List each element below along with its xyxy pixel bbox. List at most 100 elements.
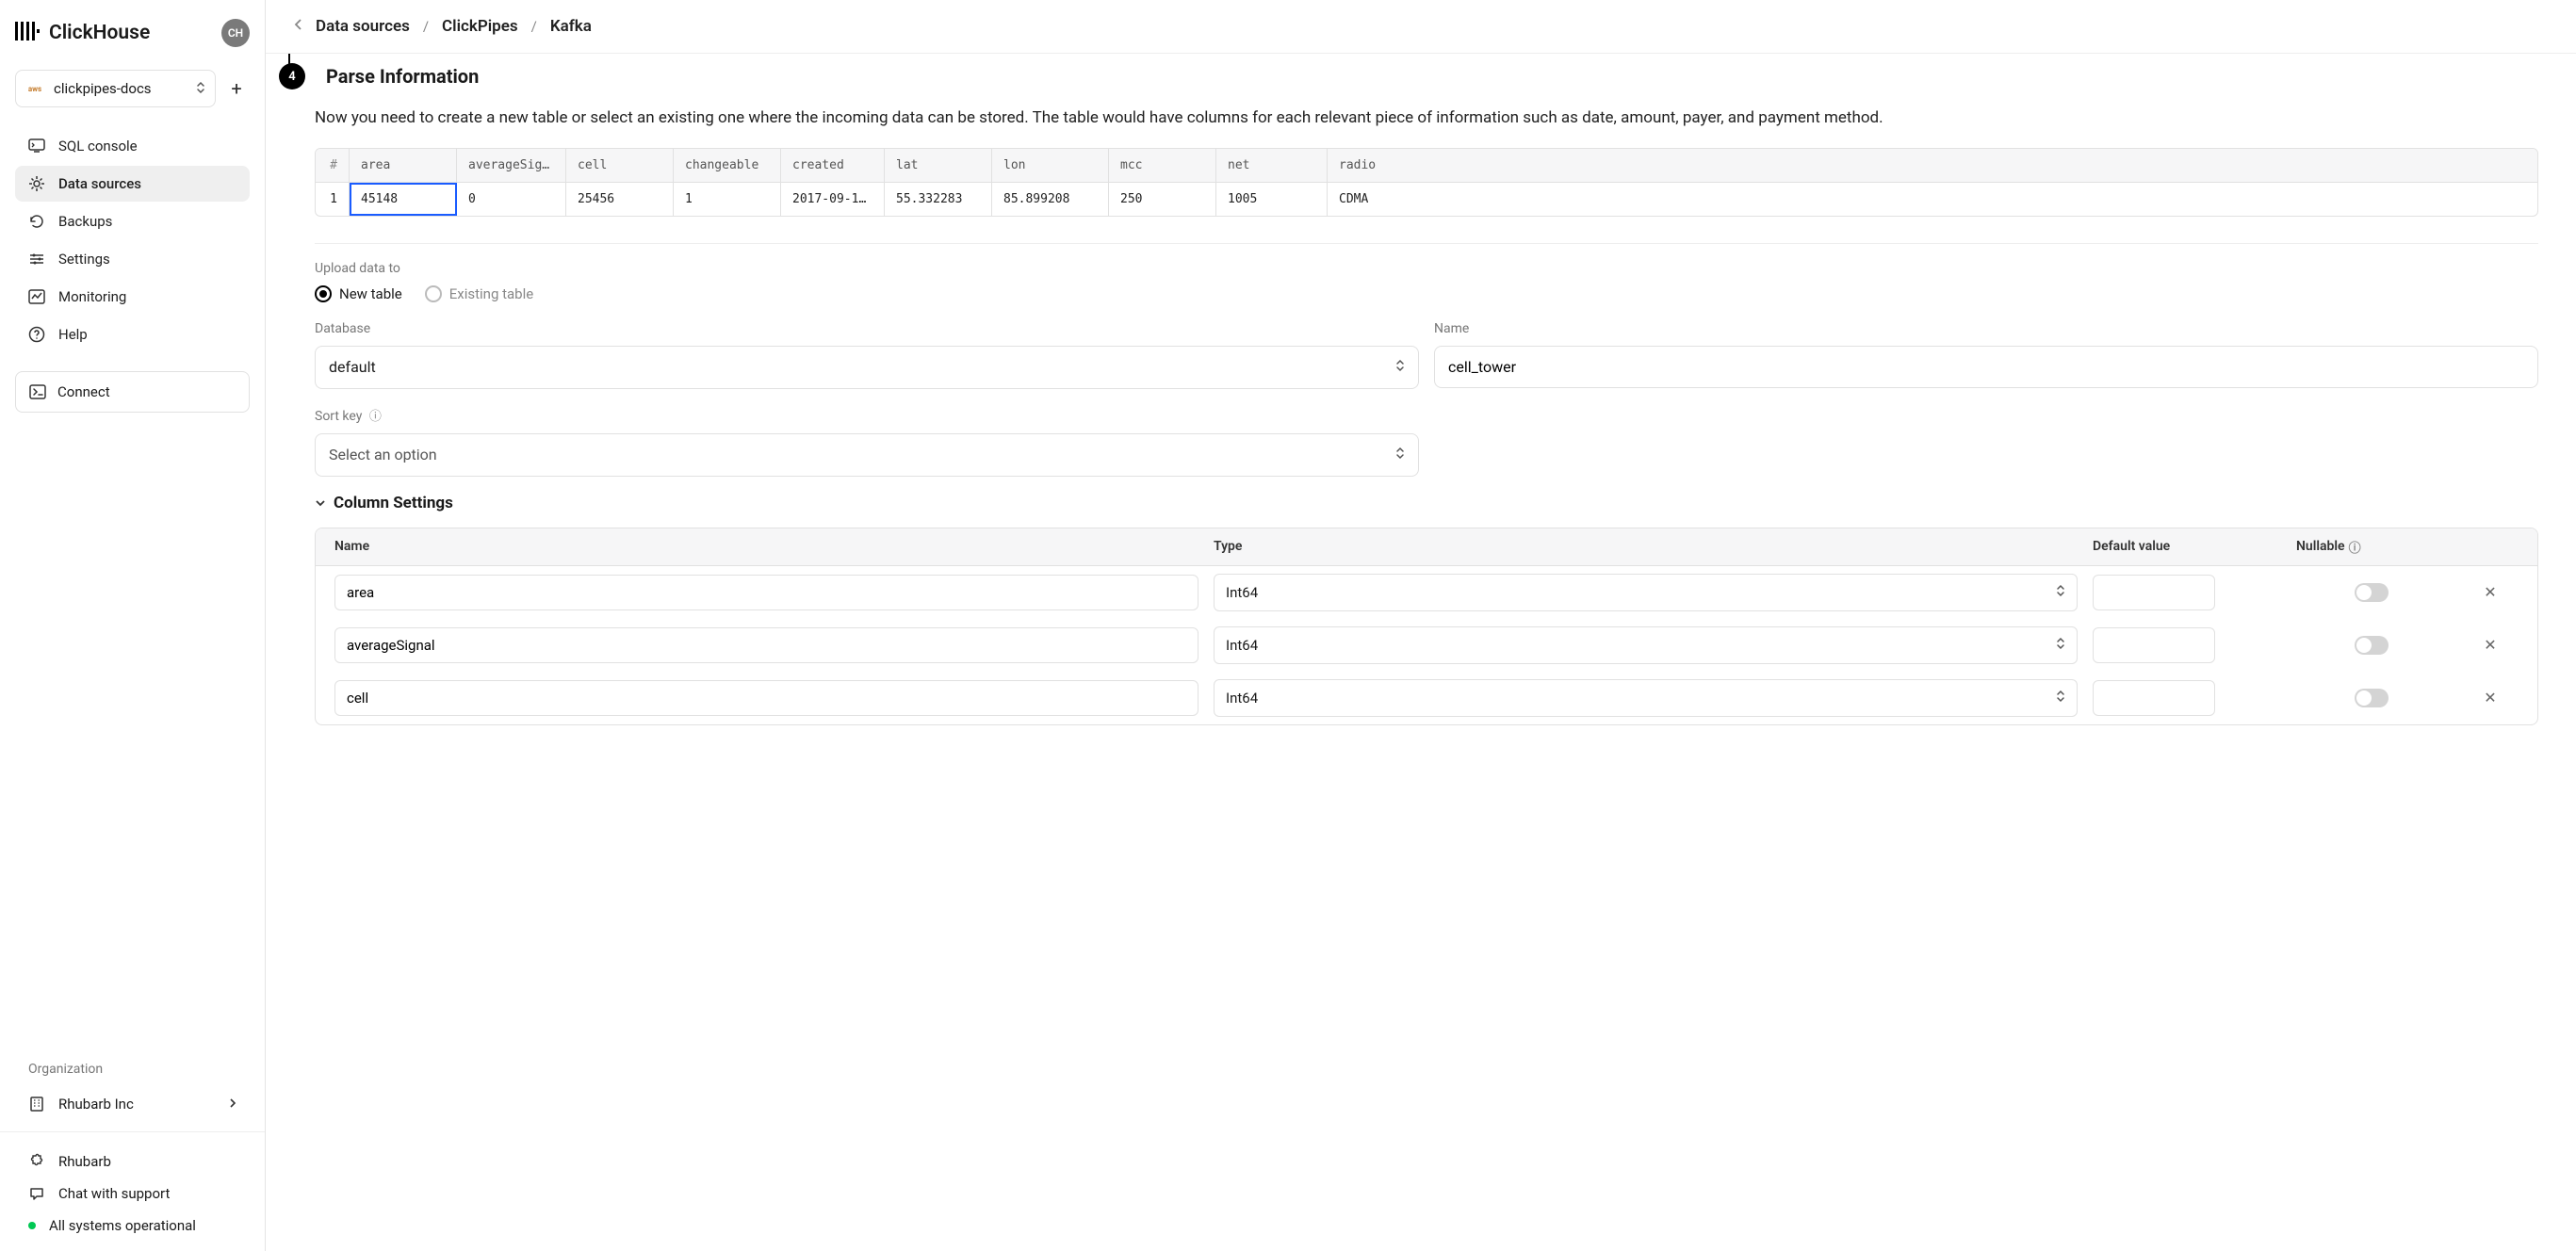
cell-index: 1 xyxy=(316,183,350,216)
col-header-cell: cell xyxy=(566,149,674,182)
col-header-type: Type xyxy=(1214,539,2078,554)
sidebar-item-label: Data sources xyxy=(58,175,141,192)
sidebar-item-settings[interactable]: Settings xyxy=(15,241,250,277)
breadcrumb-back-icon[interactable] xyxy=(294,18,302,35)
sidebar-item-label: SQL console xyxy=(58,138,138,154)
sidebar-item-label: Monitoring xyxy=(58,288,126,305)
cell-net[interactable]: 1005 xyxy=(1216,183,1328,216)
col-header-net: net xyxy=(1216,149,1328,182)
cell-radio[interactable]: CDMA xyxy=(1328,183,1409,216)
cell-created[interactable]: 2017-09-13… xyxy=(781,183,885,216)
sort-key-label: Sort key ⓘ xyxy=(315,406,1419,424)
chevron-updown-icon xyxy=(2056,689,2065,707)
column-name-input[interactable] xyxy=(334,627,1198,663)
col-header-averagesignal: averageSig… xyxy=(457,149,566,182)
organization-item[interactable]: Rhubarb Inc xyxy=(15,1086,250,1122)
sidebar-item-backups[interactable]: Backups xyxy=(15,203,250,239)
col-header-created: created xyxy=(781,149,885,182)
column-default-input[interactable] xyxy=(2093,680,2215,716)
footer-status[interactable]: All systems operational xyxy=(15,1210,250,1242)
column-settings-title: Column Settings xyxy=(334,494,453,512)
col-header-index: # xyxy=(316,149,350,182)
nullable-toggle[interactable] xyxy=(2355,583,2389,602)
sidebar-nav: SQL console Data sources Backups Setting… xyxy=(15,128,250,352)
organization-name: Rhubarb Inc xyxy=(58,1096,134,1113)
sidebar-item-monitoring[interactable]: Monitoring xyxy=(15,279,250,315)
table-header-row: # area averageSig… cell changeable creat… xyxy=(316,149,2537,183)
brand-row: ClickHouse CH xyxy=(15,19,250,47)
connect-button[interactable]: Connect xyxy=(15,371,250,413)
workspace-name: clickpipes-docs xyxy=(54,80,187,97)
upload-data-to-label: Upload data to xyxy=(315,261,2538,276)
column-default-input[interactable] xyxy=(2093,627,2215,663)
column-type-select[interactable]: Int64 xyxy=(1214,626,2078,664)
col-header-name: Name xyxy=(334,539,1198,554)
column-type-select[interactable]: Int64 xyxy=(1214,679,2078,717)
sort-key-placeholder: Select an option xyxy=(329,446,437,463)
breadcrumb: Data sources / ClickPipes / Kafka xyxy=(266,0,2576,54)
chevron-updown-icon xyxy=(1395,446,1405,464)
database-select[interactable]: default xyxy=(315,346,1419,389)
info-icon[interactable]: ⓘ xyxy=(2349,538,2361,556)
add-workspace-button[interactable]: + xyxy=(223,75,250,102)
column-default-input[interactable] xyxy=(2093,575,2215,610)
brand-logo-icon xyxy=(15,20,40,46)
table-name-input[interactable] xyxy=(1434,346,2538,388)
radio-existing-table[interactable]: Existing table xyxy=(425,285,533,302)
cell-cell[interactable]: 25456 xyxy=(566,183,674,216)
col-header-mcc: mcc xyxy=(1109,149,1216,182)
column-settings-toggle[interactable]: Column Settings xyxy=(315,494,2538,512)
column-settings-table: Name Type Default value Nullableⓘ Int64 … xyxy=(315,528,2538,725)
cell-changeable[interactable]: 1 xyxy=(674,183,781,216)
nullable-toggle[interactable] xyxy=(2355,689,2389,707)
sidebar-item-label: Settings xyxy=(58,251,110,268)
sidebar-item-sql-console[interactable]: SQL console xyxy=(15,128,250,164)
sidebar: ClickHouse CH aws clickpipes-docs + SQL … xyxy=(0,0,266,1251)
remove-column-button[interactable]: ✕ xyxy=(2462,689,2519,707)
remove-column-button[interactable]: ✕ xyxy=(2462,583,2519,601)
col-header-changeable: changeable xyxy=(674,149,781,182)
step-number-badge: 4 xyxy=(279,63,305,89)
footer-status-label: All systems operational xyxy=(49,1217,196,1234)
breadcrumb-item[interactable]: Kafka xyxy=(550,17,592,36)
data-preview-table: # area averageSig… cell changeable creat… xyxy=(315,148,2538,217)
sidebar-item-label: Backups xyxy=(58,213,112,230)
nullable-toggle[interactable] xyxy=(2355,636,2389,655)
footer-rhubarb-label: Rhubarb xyxy=(58,1153,111,1170)
cell-averagesignal[interactable]: 0 xyxy=(457,183,566,216)
breadcrumb-item[interactable]: ClickPipes xyxy=(442,17,518,36)
connect-icon xyxy=(29,384,46,399)
cell-area[interactable]: 45148 xyxy=(350,183,457,216)
building-icon xyxy=(28,1096,45,1113)
col-header-nullable: Nullableⓘ xyxy=(2296,538,2447,556)
column-type-select[interactable]: Int64 xyxy=(1214,574,2078,611)
radio-icon xyxy=(315,285,332,302)
cell-lat[interactable]: 55.332283 xyxy=(885,183,992,216)
cell-lon[interactable]: 85.899208 xyxy=(992,183,1109,216)
aws-icon: aws xyxy=(25,82,44,95)
column-name-input[interactable] xyxy=(334,680,1198,716)
sort-key-select[interactable]: Select an option xyxy=(315,433,1419,477)
breadcrumb-separator: / xyxy=(423,18,429,35)
radio-new-table[interactable]: New table xyxy=(315,285,402,302)
remove-column-button[interactable]: ✕ xyxy=(2462,636,2519,654)
column-name-input[interactable] xyxy=(334,575,1198,610)
help-icon xyxy=(28,326,45,343)
column-row: Int64 ✕ xyxy=(316,619,2537,672)
sidebar-item-label: Help xyxy=(58,326,88,343)
sidebar-item-data-sources[interactable]: Data sources xyxy=(15,166,250,202)
col-header-lon: lon xyxy=(992,149,1109,182)
backups-icon xyxy=(28,213,45,230)
radio-existing-table-label: Existing table xyxy=(449,285,533,302)
footer-chat-support[interactable]: Chat with support xyxy=(15,1178,250,1210)
cell-mcc[interactable]: 250 xyxy=(1109,183,1216,216)
sidebar-item-help[interactable]: Help xyxy=(15,317,250,352)
workspace-selector[interactable]: aws clickpipes-docs xyxy=(15,70,216,107)
breadcrumb-item[interactable]: Data sources xyxy=(316,17,410,36)
avatar[interactable]: CH xyxy=(221,19,250,47)
step-title: Parse Information xyxy=(326,65,479,88)
footer-rhubarb[interactable]: Rhubarb xyxy=(15,1145,250,1178)
name-label: Name xyxy=(1434,321,2538,336)
chevron-right-icon xyxy=(229,1096,236,1113)
info-icon[interactable]: ⓘ xyxy=(369,406,382,424)
